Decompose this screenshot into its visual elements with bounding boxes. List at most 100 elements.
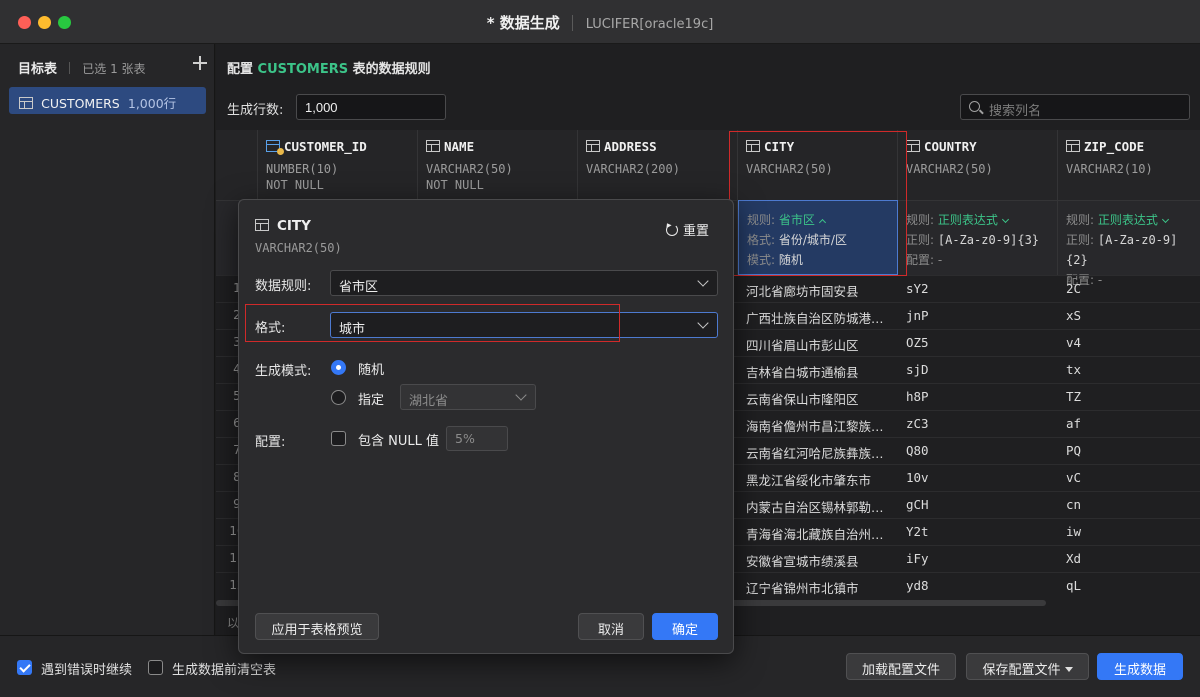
data-rule-select[interactable]: 省市区 — [330, 270, 718, 296]
zip-code-cell: tx — [1066, 362, 1082, 377]
reset-button[interactable]: 重置 — [665, 220, 709, 239]
zip-code-cell: PQ — [1066, 443, 1082, 458]
zip-code-rule-cell[interactable]: 规则: 正则表达式 正则: [A-Za-z0-9]{2} 配置: - — [1058, 200, 1200, 287]
title-bar: * 数据生成 LUCIFER[oracle19c] — [0, 0, 1200, 44]
column-header-name[interactable]: NAME VARCHAR2(50) NOT NULL — [418, 130, 578, 200]
null-percent-input[interactable]: 5% — [446, 426, 508, 451]
province-select[interactable]: 湖北省 — [400, 384, 536, 410]
continue-on-error-label: 遇到错误时继续 — [41, 663, 133, 678]
country-cell: Q80 — [906, 443, 929, 458]
sidebar-item-count: 1,000行 — [127, 96, 177, 111]
city-cell: 云南省红河哈尼族彝族… — [746, 446, 884, 461]
rule-label: 规则: — [906, 213, 935, 227]
city-cell: 云南省保山市隆阳区 — [746, 392, 859, 407]
regex-label: 正则: — [906, 233, 935, 247]
regex-value: [A-Za-z0-9]{3} — [937, 233, 1040, 247]
chevron-down-icon — [697, 317, 709, 329]
city-cell: 内蒙古自治区锡林郭勒… — [746, 500, 884, 515]
config-label: 配置: — [906, 253, 935, 267]
clear-before-checkbox[interactable] — [148, 660, 163, 675]
rule-value: 正则表达式 — [937, 213, 998, 227]
country-cell: h8P — [906, 389, 929, 404]
format-value: 城市 — [339, 322, 366, 337]
sidebar-title: 目标表 — [18, 62, 58, 77]
column-header-country[interactable]: COUNTRY VARCHAR2(50) — [898, 130, 1058, 200]
config-heading: 配置 CUSTOMERS 表的数据规则 — [227, 58, 431, 77]
zip-code-cell: v4 — [1066, 335, 1082, 350]
city-rule-cell[interactable]: 规则: 省市区 格式: 省份/城市/区 模式: 随机 — [738, 200, 898, 275]
save-config-button[interactable]: 保存配置文件 — [966, 653, 1089, 680]
column-name: ADDRESS — [604, 139, 657, 154]
zip-code-cell: Xd — [1066, 551, 1082, 566]
city-cell: 黑龙江省绥化市肇东市 — [746, 473, 872, 488]
connection-name: LUCIFER[oracle19c] — [585, 17, 714, 32]
column-name: COUNTRY — [924, 139, 977, 154]
cancel-button[interactable]: 取消 — [578, 613, 644, 640]
dropdown-caret-icon — [1064, 667, 1073, 672]
country-cell: 10v — [906, 470, 929, 485]
mode-specified-radio[interactable] — [331, 390, 346, 405]
apply-preview-button[interactable]: 应用于表格预览 — [255, 613, 379, 640]
column-icon — [906, 140, 920, 152]
zip-code-cell: xS — [1066, 308, 1082, 323]
selected-count: 已选 1 张表 — [82, 62, 146, 76]
chevron-up-icon — [818, 218, 826, 227]
country-cell: Y2t — [906, 524, 929, 539]
column-icon — [1066, 140, 1080, 152]
column-header-customer-id[interactable]: CUSTOMER_ID NUMBER(10) NOT NULL — [258, 130, 418, 200]
column-type: VARCHAR2(10) — [1066, 162, 1153, 176]
load-config-button[interactable]: 加载配置文件 — [846, 653, 956, 680]
country-cell: yd8 — [906, 578, 929, 593]
format-label: 格式: — [747, 233, 776, 247]
sidebar-header: 目标表 已选 1 张表 — [18, 55, 208, 78]
sidebar-item-label: CUSTOMERS — [41, 96, 120, 111]
confirm-button[interactable]: 确定 — [652, 613, 718, 640]
add-table-icon[interactable] — [192, 55, 208, 71]
chevron-down-icon — [697, 275, 709, 287]
sidebar-item-customers[interactable]: CUSTOMERS 1,000行 — [9, 87, 206, 114]
search-input-placeholder: 搜索列名 — [989, 104, 1042, 119]
format-select[interactable]: 城市 — [330, 312, 718, 338]
column-rule-dialog: CITY VARCHAR2(50) 重置 数据规则: 省市区 格式: 城市 生成… — [238, 199, 734, 654]
country-rule-cell[interactable]: 规则: 正则表达式 正则: [A-Za-z0-9]{3} 配置: - — [898, 200, 1058, 275]
city-cell: 安徽省宣城市绩溪县 — [746, 554, 859, 569]
sidebar: 目标表 已选 1 张表 CUSTOMERS 1,000行 — [0, 44, 215, 635]
zip-code-cell: iw — [1066, 524, 1082, 539]
mode-specified-label: 指定 — [358, 393, 385, 408]
rule-label: 规则: — [747, 213, 776, 227]
country-cell: gCH — [906, 497, 929, 512]
rows-count-input[interactable]: 1,000 — [296, 94, 446, 120]
config-heading-prefix: 配置 — [227, 62, 258, 77]
column-search[interactable]: 搜索列名 — [960, 94, 1190, 120]
column-name: CITY — [764, 139, 795, 154]
primary-key-icon — [266, 140, 284, 155]
city-cell: 青海省海北藏族自治州… — [746, 527, 884, 542]
zip-code-cell: qL — [1066, 578, 1082, 593]
column-type: VARCHAR2(50) — [746, 162, 833, 176]
city-cell: 四川省眉山市彭山区 — [746, 338, 859, 353]
city-cell: 吉林省白城市通榆县 — [746, 365, 859, 380]
data-rule-label: 数据规则: — [255, 279, 312, 294]
include-null-checkbox[interactable] — [331, 431, 346, 446]
zip-code-cell: vC — [1066, 470, 1082, 485]
city-cell: 海南省儋州市昌江黎族… — [746, 419, 884, 434]
zip-code-cell: TZ — [1066, 389, 1082, 404]
reset-icon — [665, 224, 678, 236]
regex-label: 正则: — [1066, 233, 1095, 247]
mode-random-radio[interactable] — [331, 360, 346, 375]
format-value: 省份/城市/区 — [778, 233, 847, 247]
column-header-city[interactable]: CITY VARCHAR2(50) — [738, 130, 898, 200]
generate-data-button[interactable]: 生成数据 — [1097, 653, 1183, 680]
window-title: * 数据生成 — [486, 14, 560, 32]
column-name: NAME — [444, 139, 475, 154]
config-heading-table: CUSTOMERS — [257, 62, 349, 77]
column-header-address[interactable]: ADDRESS VARCHAR2(200) — [578, 130, 738, 200]
chevron-down-icon — [515, 389, 527, 401]
column-icon — [586, 140, 600, 152]
column-icon — [255, 219, 269, 231]
column-header-zip-code[interactable]: ZIP_CODE VARCHAR2(10) — [1058, 130, 1200, 200]
generation-mode-label: 生成模式: — [255, 364, 312, 379]
reset-label: 重置 — [682, 224, 709, 239]
rows-count-label: 生成行数: — [227, 103, 284, 118]
continue-on-error-checkbox[interactable] — [17, 660, 32, 675]
